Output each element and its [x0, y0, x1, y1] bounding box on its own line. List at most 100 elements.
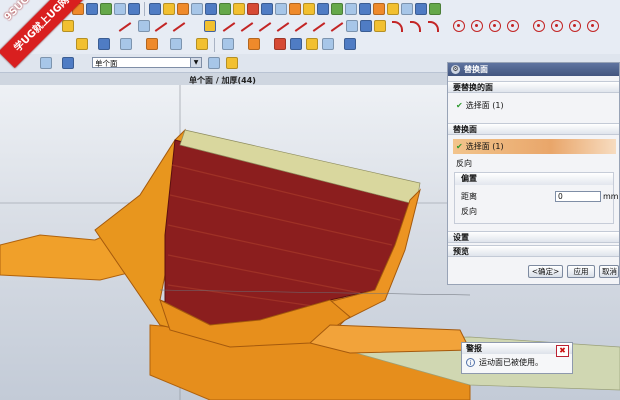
trim-icon[interactable]: [247, 3, 259, 15]
circle-icon[interactable]: [533, 20, 545, 32]
tool-icon[interactable]: [222, 38, 234, 50]
line-icon[interactable]: [294, 22, 308, 32]
alert-popup: 警报 ✖ i 运动面已被使用。: [461, 342, 573, 374]
pocket-icon[interactable]: [233, 3, 245, 15]
tool-icon[interactable]: [274, 38, 286, 50]
color-icon[interactable]: [100, 3, 112, 15]
unite-icon[interactable]: [387, 3, 399, 15]
blend-icon[interactable]: [289, 3, 301, 15]
project-icon[interactable]: [374, 20, 386, 32]
close-icon[interactable]: ✖: [556, 345, 569, 357]
reverse-direction[interactable]: 反向: [456, 158, 472, 170]
sew-icon[interactable]: [359, 3, 371, 15]
line-icon[interactable]: [222, 22, 236, 32]
tool-icon[interactable]: [120, 38, 132, 50]
distance-unit: mm: [603, 192, 619, 201]
selection-icon[interactable]: [62, 57, 74, 69]
layer-icon[interactable]: [86, 3, 98, 15]
arc-icon[interactable]: [410, 21, 421, 32]
distance-value: 0: [558, 192, 563, 201]
line-icon[interactable]: [258, 22, 272, 32]
line-icon[interactable]: [276, 22, 290, 32]
tool-icon[interactable]: [76, 38, 88, 50]
circle-icon[interactable]: [569, 20, 581, 32]
replace-select-row[interactable]: ✔ 选择面 (1): [456, 141, 504, 153]
mirror-icon[interactable]: [261, 3, 273, 15]
section-preview[interactable]: 预览: [448, 245, 619, 257]
gear-icon[interactable]: ⚙: [451, 65, 460, 74]
face-rule-select[interactable]: 单个面 ▼: [92, 57, 202, 68]
edit-icon[interactable]: [128, 3, 140, 15]
offset-group-header[interactable]: 偏置: [455, 173, 613, 185]
info-icon: i: [466, 358, 475, 367]
measure-icon[interactable]: [429, 3, 441, 15]
circle-icon[interactable]: [489, 20, 501, 32]
circle-icon[interactable]: [551, 20, 563, 32]
distance-input[interactable]: 0: [555, 191, 601, 202]
ok-button[interactable]: <确定>: [528, 265, 563, 278]
tool-icon[interactable]: [290, 38, 302, 50]
dialog-title[interactable]: ⚙ 替换面: [448, 63, 619, 76]
polyline-icon[interactable]: [154, 22, 168, 32]
check-icon: ✔: [456, 101, 463, 110]
tool-icon[interactable]: [322, 38, 334, 50]
circle-icon[interactable]: [587, 20, 599, 32]
target-select-label: 选择面 (1): [465, 101, 504, 110]
circle-icon[interactable]: [471, 20, 483, 32]
tool-icon[interactable]: [170, 38, 182, 50]
arc-icon[interactable]: [392, 21, 403, 32]
sketch-icon[interactable]: [62, 20, 74, 32]
revolve-icon[interactable]: [191, 3, 203, 15]
circle-icon[interactable]: [507, 20, 519, 32]
subtract-icon[interactable]: [401, 3, 413, 15]
line-icon[interactable]: [330, 22, 344, 32]
select-icon[interactable]: [204, 20, 216, 32]
target-select-row[interactable]: ✔ 选择面 (1): [456, 100, 504, 112]
offset-icon[interactable]: [345, 3, 357, 15]
tool-icon[interactable]: [344, 38, 356, 50]
arc-icon[interactable]: [428, 21, 439, 32]
cancel-button[interactable]: 取消: [599, 265, 619, 278]
replace-select-label: 选择面 (1): [465, 142, 504, 151]
thicken-icon[interactable]: [331, 3, 343, 15]
boss-icon[interactable]: [219, 3, 231, 15]
view-icon[interactable]: [114, 3, 126, 15]
block-icon[interactable]: [149, 3, 161, 15]
dialog-title-text: 替换面: [464, 65, 488, 74]
alert-message: 运动面已被使用。: [479, 358, 543, 367]
curve-icon[interactable]: [172, 22, 186, 32]
hole-icon[interactable]: [205, 3, 217, 15]
tool-icon[interactable]: [226, 57, 238, 69]
filter-icon[interactable]: [40, 57, 52, 69]
section-target-faces[interactable]: 要替换的面: [448, 81, 619, 93]
line-icon[interactable]: [240, 22, 254, 32]
distance-label: 距离: [461, 192, 477, 201]
cylinder-icon[interactable]: [163, 3, 175, 15]
offset-reverse[interactable]: 反向: [461, 206, 477, 218]
apply-button[interactable]: 应用: [567, 265, 595, 278]
toolbar-row-3: [0, 35, 620, 55]
tool-icon[interactable]: [306, 38, 318, 50]
line-icon[interactable]: [312, 22, 326, 32]
tool-icon[interactable]: [146, 38, 158, 50]
shell-icon[interactable]: [317, 3, 329, 15]
fillet-icon[interactable]: [346, 20, 358, 32]
intersect-icon[interactable]: [415, 3, 427, 15]
circle-icon[interactable]: [453, 20, 465, 32]
tool-icon[interactable]: [208, 57, 220, 69]
line-icon[interactable]: [118, 22, 132, 32]
tool-icon[interactable]: [196, 38, 208, 50]
section-settings[interactable]: 设置: [448, 231, 619, 243]
rectangle-icon[interactable]: [138, 20, 150, 32]
face-rule-value: 单个面: [95, 59, 118, 68]
offset-curve-icon[interactable]: [360, 20, 372, 32]
tool-icon[interactable]: [248, 38, 260, 50]
pattern-icon[interactable]: [275, 3, 287, 15]
toolbar-row-2: [0, 18, 620, 36]
separator: [214, 38, 215, 52]
extrude-icon[interactable]: [177, 3, 189, 15]
section-replace-face[interactable]: 替换面: [448, 123, 619, 135]
chamfer-icon[interactable]: [303, 3, 315, 15]
tool-icon[interactable]: [98, 38, 110, 50]
split-icon[interactable]: [373, 3, 385, 15]
